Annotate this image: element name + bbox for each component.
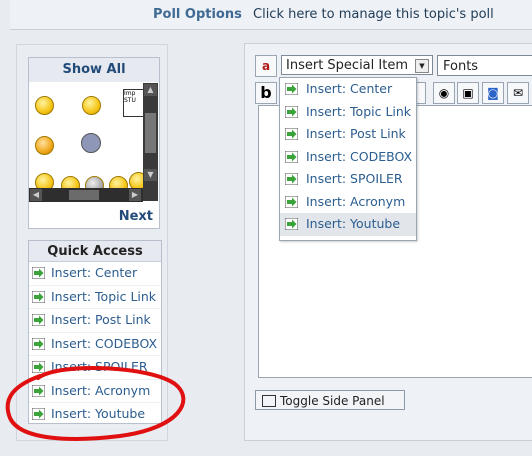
- quick-access-item-label: Insert: Topic Link: [51, 288, 157, 304]
- emoticon-next-link[interactable]: Next: [119, 209, 153, 224]
- insert-arrow-icon: [285, 128, 298, 140]
- emoticon-horizontal-scrollbar[interactable]: ◀ ▶: [29, 188, 143, 202]
- bold-button[interactable]: b: [255, 82, 277, 104]
- emoticon-box: Show All Imp STU ▲ ▼ ◀ ▶ Next: [28, 57, 160, 229]
- quick-access-item[interactable]: Insert: Acronym: [29, 380, 161, 403]
- insert-special-item-value: Insert Special Item: [286, 58, 408, 73]
- dropdown-item-label: Insert: Acronym: [306, 193, 406, 209]
- quick-access-item[interactable]: Insert: Post Link: [29, 309, 161, 333]
- email-icon[interactable]: ✉: [507, 82, 529, 104]
- quick-access-item[interactable]: Insert: SPOILER: [29, 356, 161, 380]
- insert-arrow-icon: [32, 408, 45, 420]
- ghost-icon[interactable]: [81, 133, 101, 153]
- insert-arrow-icon: [32, 267, 45, 279]
- media-icon[interactable]: ◙: [482, 82, 504, 104]
- dropdown-item-label: Insert: Center: [306, 81, 393, 96]
- quick-access-item-label: Insert: CODEBOX: [51, 335, 158, 351]
- dropdown-item-label: Insert: Topic Link: [306, 103, 412, 119]
- insert-arrow-icon: [285, 150, 298, 163]
- insert-arrow-icon: [285, 195, 298, 208]
- toggle-side-panel-label: Toggle Side Panel: [280, 394, 385, 408]
- dropdown-item[interactable]: Insert: Center: [280, 78, 416, 101]
- insert-arrow-icon: [32, 290, 45, 303]
- insert-arrow-icon: [32, 361, 45, 373]
- panel-icon: [262, 395, 276, 407]
- blush-icon[interactable]: [35, 136, 54, 155]
- insert-arrow-icon: [32, 384, 45, 397]
- emoticon-vertical-scrollbar[interactable]: ▲ ▼: [143, 83, 158, 201]
- chevron-down-icon: ▼: [415, 59, 429, 73]
- quick-access-item-label: Insert: Center: [51, 265, 138, 280]
- quick-access-item[interactable]: Insert: Center: [29, 262, 161, 286]
- poll-options-bar: Poll Options Click here to manage this t…: [10, 0, 532, 30]
- dropdown-item[interactable]: Insert: SPOILER: [280, 168, 416, 191]
- smiley-icon[interactable]: [35, 96, 54, 115]
- dropdown-item-label: Insert: SPOILER: [306, 171, 403, 186]
- toggle-side-panel-button[interactable]: Toggle Side Panel: [255, 390, 405, 410]
- special-item-dropdown: Insert: Center Insert: Topic Link Insert: …: [279, 77, 417, 241]
- quick-access-item-label: Insert: Acronym: [51, 382, 151, 398]
- dropdown-item[interactable]: Insert: Post Link: [280, 123, 416, 146]
- globe-icon[interactable]: ◉: [433, 82, 455, 104]
- show-all-emoticons-link[interactable]: Show All: [29, 58, 159, 82]
- sign-icon[interactable]: Imp STU: [123, 89, 143, 117]
- spellcheck-icon[interactable]: a: [255, 55, 277, 77]
- insert-special-item-select[interactable]: Insert Special Item ▼: [281, 55, 433, 75]
- quick-access-item-label: Insert: Youtube: [51, 406, 146, 421]
- poll-options-label: Poll Options: [153, 7, 242, 22]
- quick-access-item-label: Insert: SPOILER: [51, 359, 148, 374]
- dropdown-item-label: Insert: CODEBOX: [306, 148, 413, 164]
- quick-access-item[interactable]: Insert: CODEBOX: [29, 333, 161, 356]
- dropdown-item[interactable]: Insert: CODEBOX: [280, 146, 416, 169]
- dropdown-item[interactable]: Insert: Topic Link: [280, 101, 416, 124]
- insert-arrow-icon: [285, 218, 298, 230]
- wink-icon[interactable]: [82, 96, 101, 115]
- quick-access-item[interactable]: Insert: Youtube: [29, 403, 161, 427]
- dropdown-item-label: Insert: Post Link: [306, 126, 406, 141]
- quick-access-item-label: Insert: Post Link: [51, 312, 151, 327]
- special-item-options: Insert: Center Insert: Topic Link Insert: …: [280, 78, 416, 236]
- dropdown-item[interactable]: Insert: Acronym: [280, 191, 416, 214]
- insert-arrow-icon: [32, 337, 45, 350]
- insert-arrow-icon: [285, 105, 298, 118]
- quick-access-title: Quick Access: [29, 241, 161, 262]
- insert-arrow-icon: [285, 83, 298, 95]
- image-icon[interactable]: ▣: [457, 82, 479, 104]
- quick-access-list: Insert: Center Insert: Topic Link Insert: …: [29, 262, 161, 427]
- insert-arrow-icon: [32, 314, 45, 326]
- emoticon-grid: Imp STU: [29, 83, 143, 196]
- manage-poll-link[interactable]: Click here to manage this topic's poll: [253, 7, 494, 22]
- fonts-select[interactable]: Fonts: [437, 55, 532, 76]
- dropdown-item-label: Insert: Youtube: [306, 216, 401, 231]
- quick-access-panel: Quick Access Insert: Center Insert: Topic…: [28, 240, 162, 427]
- dropdown-item[interactable]: Insert: Youtube: [280, 213, 416, 236]
- insert-arrow-icon: [285, 173, 298, 185]
- quick-access-item[interactable]: Insert: Topic Link: [29, 286, 161, 309]
